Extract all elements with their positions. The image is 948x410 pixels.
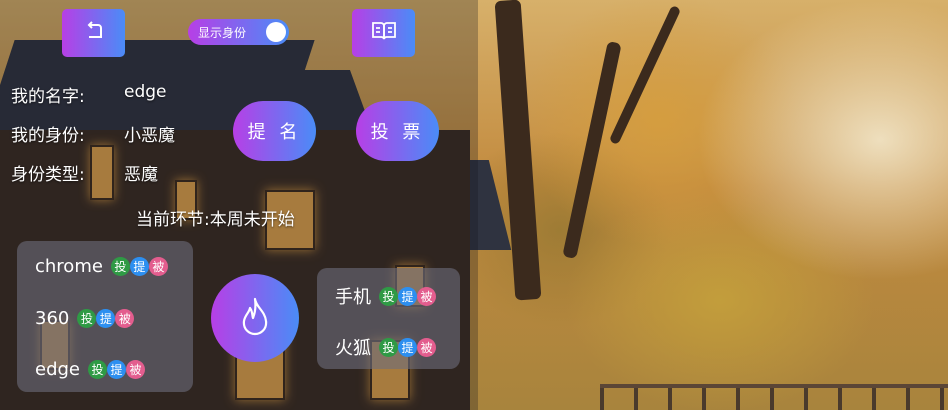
player-item[interactable]: 360 投 提 被 (35, 308, 135, 329)
nominated-tag: 被 (115, 309, 135, 328)
nominate-tag: 提 (96, 309, 116, 328)
player-name: 360 (35, 308, 70, 329)
rules-book-button[interactable] (352, 9, 415, 57)
player-item[interactable]: chrome 投 提 被 (35, 256, 168, 277)
vote-tag: 投 (77, 309, 97, 328)
identity-key: 我的身份: (11, 126, 85, 146)
name-key: 我的名字: (11, 87, 85, 107)
toggle-knob (266, 22, 286, 42)
player-item[interactable]: 手机 投 提 被 (335, 283, 436, 309)
return-icon (83, 20, 105, 46)
nominated-tag: 被 (417, 337, 436, 357)
nominated-tag: 被 (126, 360, 145, 379)
vote-button[interactable]: 投 票 (356, 101, 439, 161)
name-row: 我的名字: edge (11, 82, 167, 107)
book-icon (371, 20, 397, 46)
player-item[interactable]: edge 投 提 被 (35, 359, 145, 380)
type-value: 恶魔 (124, 165, 158, 185)
nominate-tag: 提 (107, 360, 126, 379)
vote-tag: 投 (379, 286, 398, 306)
type-key: 身份类型: (11, 165, 85, 185)
player-name: 火狐 (335, 338, 371, 359)
vote-tag: 投 (379, 337, 398, 357)
identity-row: 我的身份: 小恶魔 (11, 121, 175, 146)
toggle-label: 显示身份 (198, 25, 247, 40)
nominate-button[interactable]: 提 名 (233, 101, 316, 161)
nominate-tag: 提 (398, 337, 417, 357)
player-name: 手机 (335, 287, 371, 308)
show-identity-toggle[interactable]: 显示身份 (188, 19, 289, 45)
nominated-tag: 被 (148, 257, 168, 276)
nominate-tag: 提 (398, 286, 417, 306)
player-name: edge (35, 359, 80, 380)
fire-icon (238, 296, 272, 340)
nominate-tag: 提 (129, 257, 149, 276)
vote-tag: 投 (88, 360, 107, 379)
identity-value: 小恶魔 (124, 126, 175, 146)
fire-button[interactable] (211, 274, 299, 362)
name-value: edge (124, 82, 167, 102)
nominated-tag: 被 (417, 286, 436, 306)
current-stage: 当前环节:本周未开始 (136, 210, 295, 230)
player-name: chrome (35, 256, 103, 277)
player-item[interactable]: 火狐 投 提 被 (335, 334, 436, 360)
vote-tag: 投 (110, 257, 130, 276)
type-row: 身份类型: 恶魔 (11, 160, 158, 185)
back-button[interactable] (62, 9, 125, 57)
